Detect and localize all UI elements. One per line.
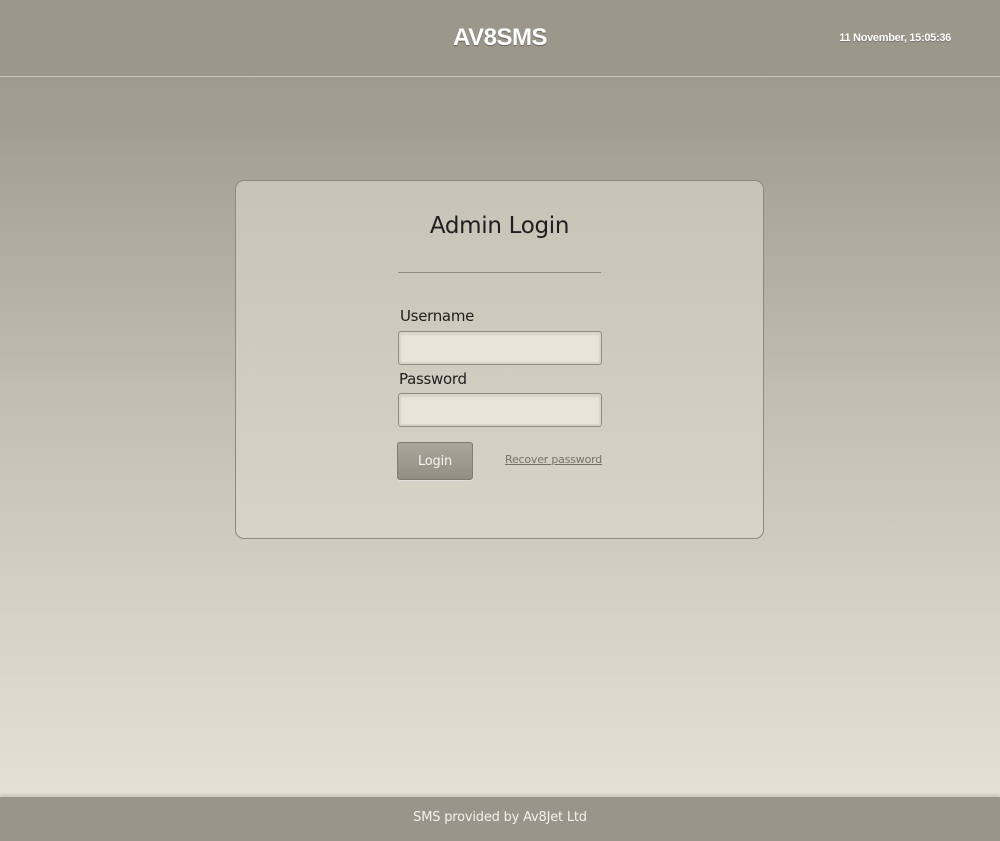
password-input[interactable] — [398, 393, 602, 427]
password-label: Password — [399, 370, 467, 388]
username-input[interactable] — [398, 331, 602, 365]
username-label: Username — [400, 307, 475, 325]
top-header: AV8SMS 11 November, 15:05:36 — [0, 0, 1000, 77]
login-title: Admin Login — [429, 213, 570, 239]
login-button[interactable]: Login — [397, 442, 473, 480]
footer-text: SMS provided by Av8Jet Ltd — [413, 810, 587, 825]
login-panel: Admin Login Username Password Login Reco… — [235, 180, 764, 539]
datetime-display: 11 November, 15:05:36 — [839, 32, 951, 44]
footer: SMS provided by Av8Jet Ltd — [0, 797, 1000, 841]
title-divider — [398, 272, 601, 273]
recover-password-link[interactable]: Recover password — [505, 453, 602, 466]
